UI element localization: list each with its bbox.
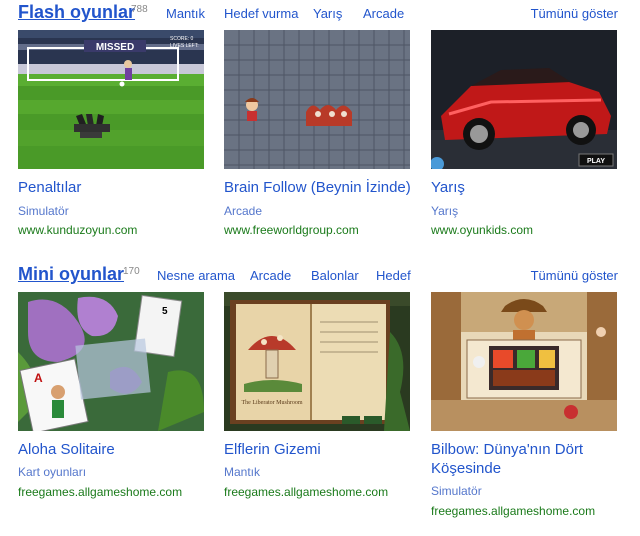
mini-category-hedef[interactable]: Hedef <box>376 268 411 283</box>
flash-category-hedef-vurma[interactable]: Hedef vurma <box>224 6 298 21</box>
game-thumbnail-bilbow[interactable] <box>431 292 617 431</box>
mini-category-nesne-arama[interactable]: Nesne arama <box>157 268 235 283</box>
game-thumbnail-brain-follow[interactable] <box>224 30 410 169</box>
game-title-aloha-solitaire[interactable]: Aloha Solitaire <box>18 440 213 459</box>
game-title-elflerin-gizemi[interactable]: Elflerin Gizemi <box>224 440 419 459</box>
flash-category-yaris[interactable]: Yarış <box>313 6 342 21</box>
game-url-brain-follow: www.freeworldgroup.com <box>224 223 359 237</box>
card-rank-a: A <box>34 371 43 385</box>
flash-games-count: 788 <box>131 4 148 15</box>
lives-overlay-text: LIVES LEFT: <box>170 43 199 49</box>
game-title-penaltilar[interactable]: Penaltılar <box>18 178 213 197</box>
game-url-penaltilar: www.kunduzoyun.com <box>18 223 138 237</box>
game-category-bilbow[interactable]: Simulatör <box>431 484 482 498</box>
score-overlay-text: SCORE: 0 <box>170 36 194 42</box>
game-category-aloha-solitaire[interactable]: Kart oyunları <box>18 465 86 479</box>
game-thumbnail-elflerin-gizemi[interactable]: The Liberator Mushroom <box>224 292 410 431</box>
game-category-yaris[interactable]: Yarış <box>431 204 458 218</box>
game-title-brain-follow[interactable]: Brain Follow (Beynin İzinde) <box>224 178 419 197</box>
book-title-text: The Liberator Mushroom <box>242 400 303 406</box>
mini-games-header: Mini oyunlar 170 Nesne arama Arcade Balo… <box>18 264 618 288</box>
mini-category-balonlar[interactable]: Balonlar <box>311 268 359 283</box>
missed-overlay-text: MISSED <box>96 42 134 53</box>
flash-category-arcade[interactable]: Arcade <box>363 6 404 21</box>
game-title-bilbow[interactable]: Bilbow: Dünya'nın Dört Köşesinde <box>431 440 626 478</box>
flash-show-all-link[interactable]: Tümünü göster <box>531 6 618 21</box>
game-thumbnail-aloha-solitaire[interactable]: 5 A <box>18 292 204 431</box>
card-rank-5: 5 <box>162 306 168 317</box>
game-category-penaltilar[interactable]: Simulatör <box>18 204 69 218</box>
mini-category-arcade[interactable]: Arcade <box>250 268 291 283</box>
flash-games-header: Flash oyunlar 788 Mantık Hedef vurma Yar… <box>18 2 618 26</box>
mini-games-count: 170 <box>123 266 140 277</box>
flash-category-mantik[interactable]: Mantık <box>166 6 205 21</box>
game-thumbnail-penaltilar[interactable]: MISSED SCORE: 0 LIVES LEFT: <box>18 30 204 169</box>
game-category-brain-follow[interactable]: Arcade <box>224 204 262 218</box>
game-url-yaris: www.oyunkids.com <box>431 223 534 237</box>
flash-games-title-link[interactable]: Flash oyunlar <box>18 2 135 23</box>
game-title-yaris[interactable]: Yarış <box>431 178 626 197</box>
game-category-elflerin-gizemi[interactable]: Mantık <box>224 465 260 479</box>
mini-show-all-link[interactable]: Tümünü göster <box>531 268 618 283</box>
game-url-aloha-solitaire: freegames.allgameshome.com <box>18 485 183 499</box>
mini-games-title-link[interactable]: Mini oyunlar <box>18 264 124 285</box>
game-thumbnail-yaris[interactable]: PLAY <box>431 30 617 169</box>
play-badge-text: PLAY <box>587 158 605 165</box>
game-url-bilbow: freegames.allgameshome.com <box>431 504 596 518</box>
game-url-elflerin-gizemi: freegames.allgameshome.com <box>224 485 389 499</box>
